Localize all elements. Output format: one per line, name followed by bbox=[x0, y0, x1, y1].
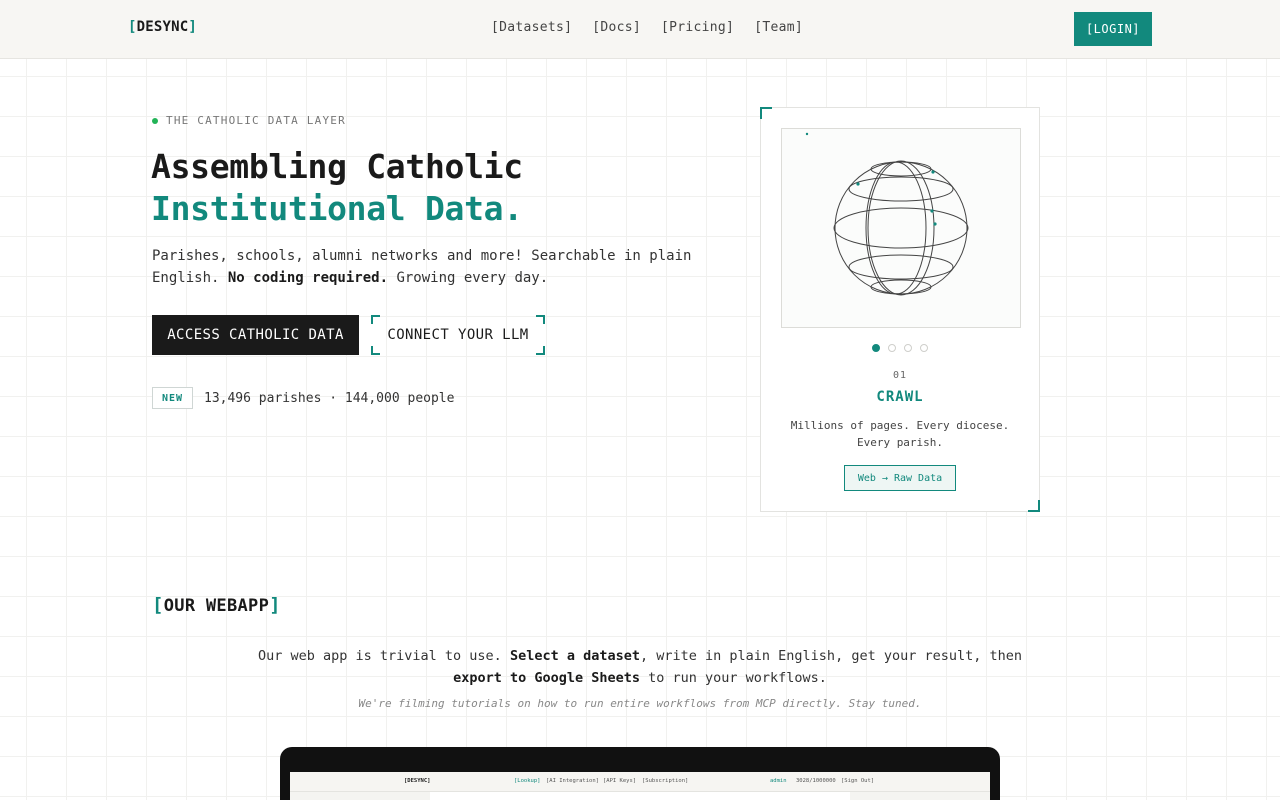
hero-title-line1: Assembling Catholic bbox=[151, 147, 523, 186]
lead-text-end: Growing every day. bbox=[388, 270, 549, 286]
preview-tab-keys: [API Keys] bbox=[603, 778, 637, 784]
hero-title-line2: Institutional Data. bbox=[151, 189, 523, 228]
preview-tab-ai: [AI Integration] bbox=[546, 778, 599, 784]
nav-link-datasets[interactable]: [Datasets] bbox=[491, 20, 572, 35]
preview-user: admin bbox=[770, 778, 787, 784]
preview-usage: 3028/1000000 bbox=[796, 778, 836, 784]
hero-title: Assembling Catholic Institutional Data. bbox=[151, 146, 523, 230]
hero-eyebrow: THE CATHOLIC DATA LAYER bbox=[152, 114, 346, 127]
globe-visual bbox=[781, 128, 1021, 328]
carousel-dots bbox=[761, 344, 1039, 352]
step-title: CRAWL bbox=[876, 389, 924, 405]
new-badge: NEW bbox=[152, 387, 193, 409]
hero-lead: Parishes, schools, alumni networks and m… bbox=[152, 245, 692, 289]
preview-tab-lookup: [Lookup] bbox=[514, 778, 541, 784]
bracket-corner-icon bbox=[371, 315, 380, 324]
laptop-preview: [DESYNC] [Lookup] [AI Integration] [API … bbox=[280, 747, 1000, 800]
bracket-corner-icon bbox=[371, 346, 380, 355]
bracket-corner-icon bbox=[536, 346, 545, 355]
nav-link-team[interactable]: [Team] bbox=[754, 20, 803, 35]
connect-llm-label: CONNECT YOUR LLM bbox=[387, 327, 529, 343]
nav-link-pricing[interactable]: [Pricing] bbox=[661, 20, 734, 35]
carousel-dot[interactable] bbox=[904, 344, 912, 352]
carousel-dot[interactable] bbox=[920, 344, 928, 352]
preview-panel bbox=[430, 792, 850, 800]
stats-text: 13,496 parishes · 144,000 people bbox=[204, 390, 455, 406]
globe-icon bbox=[805, 132, 969, 296]
access-data-button[interactable]: ACCESS CATHOLIC DATA bbox=[152, 315, 359, 355]
webapp-description: Our web app is trivial to use. Select a … bbox=[257, 648, 1023, 686]
connect-llm-button[interactable]: CONNECT YOUR LLM bbox=[371, 315, 545, 355]
preview-nav: [DESYNC] [Lookup] [AI Integration] [API … bbox=[290, 772, 990, 792]
preview-logo: [DESYNC] bbox=[404, 778, 431, 784]
top-nav: [DESYNC] [Datasets] [Docs] [Pricing] [Te… bbox=[0, 0, 1280, 59]
card-corner-icon bbox=[760, 107, 772, 119]
nav-link-docs[interactable]: [Docs] bbox=[592, 20, 641, 35]
step-tag: Web → Raw Data bbox=[844, 465, 956, 491]
status-dot-icon bbox=[152, 117, 158, 124]
eyebrow-text: THE CATHOLIC DATA LAYER bbox=[166, 114, 346, 127]
app-screenshot: [DESYNC] [Lookup] [AI Integration] [API … bbox=[290, 772, 990, 800]
hero-stats: NEW 13,496 parishes · 144,000 people bbox=[152, 387, 454, 409]
bracket-corner-icon bbox=[536, 315, 545, 324]
webapp-section-title: [OUR WEBAPP] bbox=[152, 594, 281, 616]
preview-signout: [Sign Out] bbox=[841, 778, 875, 784]
webapp-note: We're filming tutorials on how to run en… bbox=[358, 697, 922, 710]
carousel-dot[interactable] bbox=[888, 344, 896, 352]
nav-links: [Datasets] [Docs] [Pricing] [Team] bbox=[491, 20, 823, 35]
step-number: 01 bbox=[892, 370, 908, 381]
lead-text-bold: No coding required. bbox=[227, 270, 389, 286]
preview-tab-subscription: [Subscription] bbox=[642, 778, 689, 784]
step-description: Millions of pages. Every diocese. Every … bbox=[790, 419, 1010, 449]
login-button[interactable]: [LOGIN] bbox=[1074, 12, 1152, 46]
process-card: 01 CRAWL Millions of pages. Every dioces… bbox=[760, 107, 1040, 512]
logo[interactable]: [DESYNC] bbox=[128, 19, 197, 35]
carousel-dot[interactable] bbox=[872, 344, 880, 352]
card-corner-icon bbox=[1028, 500, 1040, 512]
